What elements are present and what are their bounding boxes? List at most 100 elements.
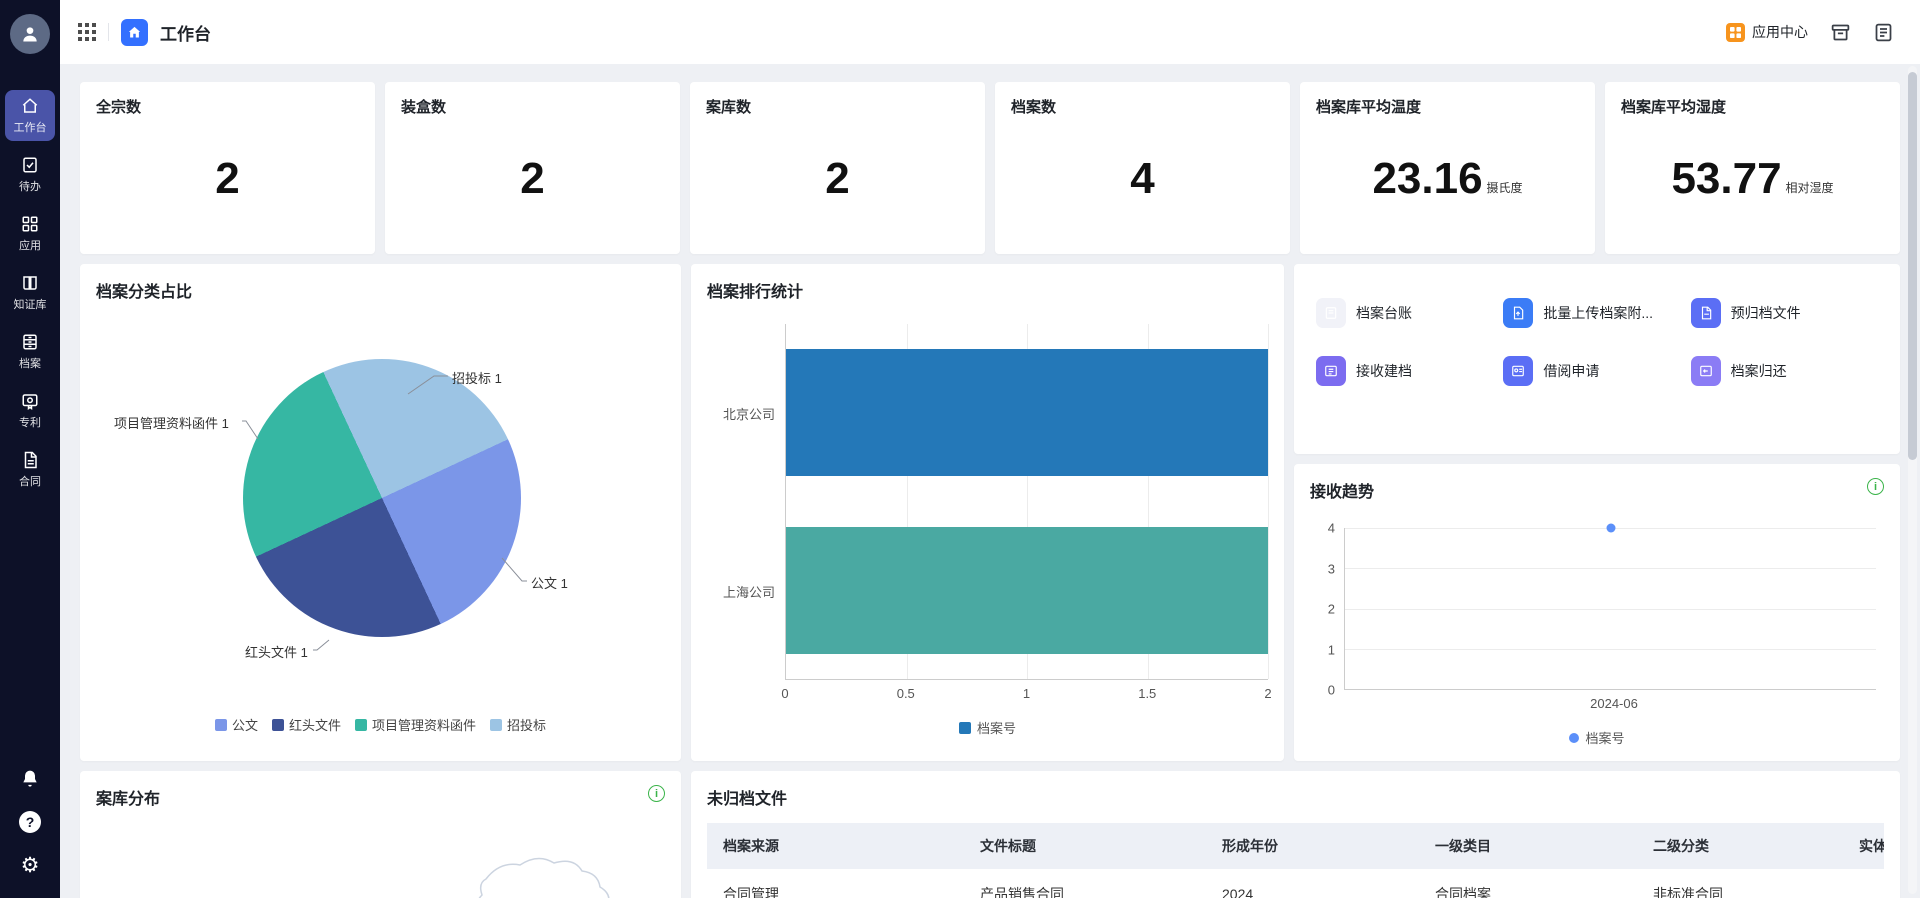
stat-card-archives: 档案数 4 — [995, 82, 1290, 254]
sidebar-item-apps[interactable]: 应用 — [5, 208, 55, 259]
x-tick: 2024-06 — [1590, 696, 1638, 711]
header-left: 工作台 — [78, 19, 211, 46]
col-file-title: 文件标题 — [964, 823, 1206, 869]
legend-label: 档案号 — [1585, 728, 1624, 747]
action-label: 批量上传档案附... — [1543, 303, 1653, 323]
dashboard-content: 全宗数 2 装盒数 2 案库数 2 档案数 4 档案库平均温度 — [60, 64, 1920, 898]
stat-value: 53.77 — [1671, 154, 1781, 204]
stat-unit: 相对湿度 — [1786, 179, 1834, 196]
action-label: 档案台账 — [1356, 303, 1412, 323]
bar-category: 北京公司 — [723, 404, 775, 423]
map-title: 案库分布 — [96, 785, 160, 809]
archive-box-icon[interactable] — [1830, 22, 1851, 43]
cell-year-formed: 2024 — [1206, 869, 1419, 898]
bar-x-axis: 0 0.5 1 1.5 2 — [785, 686, 1268, 706]
pie-chart-title: 档案分类占比 — [96, 278, 665, 302]
cell-primary-category: 合同档案 — [1419, 869, 1637, 898]
legend-label: 项目管理资料函件 — [372, 715, 476, 734]
action-batch-upload[interactable]: 批量上传档案附... — [1503, 298, 1690, 328]
app-center-button[interactable]: 应用中心 — [1726, 22, 1808, 42]
x-tick: 0.5 — [897, 686, 915, 701]
col-archive-source: 档案来源 — [707, 823, 964, 869]
legend-item[interactable]: 招投标 — [490, 715, 546, 734]
stat-unit: 摄氏度 — [1487, 179, 1523, 196]
prearchive-icon — [1691, 298, 1721, 328]
table-header-row: 档案来源 文件标题 形成年份 一级类目 二级分类 实体份数 — [707, 823, 1884, 869]
sidebar-item-todo[interactable]: 待办 — [5, 149, 55, 200]
repository-map[interactable] — [96, 809, 665, 898]
help-icon[interactable]: ? — [19, 811, 41, 833]
sidebar-nav: 工作台 待办 应用 知证库 档案 专利 — [0, 90, 60, 495]
action-receive-create[interactable]: 接收建档 — [1316, 356, 1503, 386]
app-center-label: 应用中心 — [1752, 22, 1808, 42]
sidebar: 工作台 待办 应用 知证库 档案 专利 — [0, 0, 60, 898]
stat-value: 4 — [1130, 154, 1154, 204]
action-prearchive-files[interactable]: 预归档文件 — [1691, 298, 1878, 328]
trend-plot-area — [1344, 528, 1876, 690]
vertical-scrollbar[interactable] — [1908, 66, 1917, 894]
stat-value: 2 — [520, 154, 544, 204]
legend-swatch — [490, 719, 502, 731]
scrollbar-thumb[interactable] — [1908, 72, 1917, 460]
app-center-icon — [1726, 23, 1745, 42]
bar-legend[interactable]: 档案号 — [707, 718, 1268, 737]
legend-label: 公文 — [232, 715, 258, 734]
apps-icon — [21, 215, 39, 233]
info-icon[interactable]: i — [1867, 478, 1884, 495]
sidebar-item-knowledge[interactable]: 知证库 — [5, 267, 55, 318]
pie-label-bidding: 招投标 1 — [452, 368, 502, 387]
legend-item[interactable]: 项目管理资料函件 — [355, 715, 476, 734]
person-icon — [20, 24, 40, 44]
info-icon[interactable]: i — [648, 785, 665, 802]
stat-label: 案库数 — [706, 96, 969, 117]
bar-beijing[interactable] — [786, 349, 1268, 476]
bar-shanghai[interactable] — [786, 527, 1268, 654]
workbench-home-icon[interactable] — [121, 19, 148, 46]
top-header: 工作台 应用中心 — [60, 0, 1920, 64]
bell-icon[interactable] — [20, 769, 40, 789]
trend-chart: 4 3 2 1 0 — [1310, 528, 1884, 690]
action-archive-return[interactable]: 档案归还 — [1691, 356, 1878, 386]
stat-card-temperature: 档案库平均温度 23.16 摄氏度 — [1300, 82, 1595, 254]
legend-dot — [1569, 733, 1579, 743]
action-borrow-request[interactable]: 借阅申请 — [1503, 356, 1690, 386]
action-archive-ledger[interactable]: 档案台账 — [1316, 298, 1503, 328]
legend-swatch — [272, 719, 284, 731]
pie-leader-lines — [96, 302, 665, 742]
bar-chart-card: 档案排行统计 北京公司 上海公司 — [691, 264, 1284, 761]
bars — [786, 324, 1268, 679]
right-column: 档案台账 批量上传档案附... — [1294, 264, 1900, 761]
x-tick: 2 — [1264, 686, 1271, 701]
table-row[interactable]: 合同管理 产品销售合同 2024 合同档案 非标准合同 — [707, 869, 1884, 898]
pie-label-official-doc: 公文 1 — [531, 573, 568, 592]
legend-item[interactable]: 红头文件 — [272, 715, 341, 734]
grid-menu-icon[interactable] — [78, 23, 96, 41]
sidebar-item-contracts[interactable]: 合同 — [5, 444, 55, 495]
document-list-icon[interactable] — [1873, 22, 1894, 43]
cell-secondary-category: 非标准合同 — [1637, 869, 1843, 898]
ledger-icon — [1316, 298, 1346, 328]
divider — [108, 23, 109, 41]
cell-file-title: 产品销售合同 — [964, 869, 1206, 898]
stat-value: 2 — [825, 154, 849, 204]
user-avatar[interactable] — [10, 14, 50, 54]
x-tick: 1 — [1023, 686, 1030, 701]
book-icon — [21, 274, 39, 292]
sidebar-item-patents[interactable]: 专利 — [5, 385, 55, 436]
pie-legend: 公文 红头文件 项目管理资料函件 招投标 — [96, 715, 665, 734]
trend-legend[interactable]: 档案号 — [1310, 728, 1884, 747]
stat-label: 档案数 — [1011, 96, 1274, 117]
legend-label: 档案号 — [977, 718, 1016, 737]
gear-icon[interactable]: ⚙ — [21, 855, 40, 876]
data-point[interactable] — [1606, 524, 1615, 533]
bar-category-labels: 北京公司 上海公司 — [707, 324, 785, 680]
legend-label: 招投标 — [507, 715, 546, 734]
legend-item[interactable]: 公文 — [215, 715, 258, 734]
sidebar-item-workbench[interactable]: 工作台 — [5, 90, 55, 141]
bar-category: 上海公司 — [723, 582, 775, 601]
sidebar-item-label: 合同 — [19, 473, 41, 489]
quick-actions-grid: 档案台账 批量上传档案附... — [1310, 278, 1884, 386]
stat-value: 23.16 — [1372, 154, 1482, 204]
action-label: 预归档文件 — [1731, 303, 1801, 323]
sidebar-item-archives[interactable]: 档案 — [5, 326, 55, 377]
